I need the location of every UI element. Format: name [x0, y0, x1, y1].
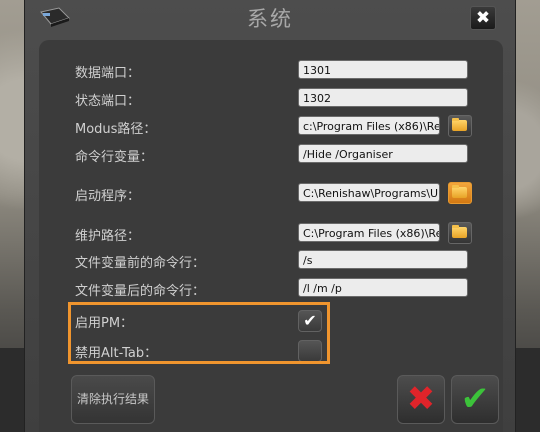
clear-results-button[interactable]: 清除执行结果 — [71, 375, 155, 424]
pre-file-command-label: 文件变量前的命令行： — [75, 256, 206, 271]
close-button[interactable]: ✖ — [470, 6, 496, 30]
post-file-command-field[interactable]: /l /m /p — [298, 278, 468, 297]
startup-program-field[interactable]: C:\Renishaw\Programs\UK — [298, 183, 440, 202]
maintenance-path-browse-button[interactable] — [448, 222, 472, 244]
cancel-button[interactable]: ✖ — [397, 375, 445, 424]
modus-path-field[interactable]: c:\Program Files (x86)\Ren — [298, 116, 440, 135]
status-port-label: 状态端口： — [75, 94, 141, 109]
post-file-command-label: 文件变量后的命令行： — [75, 284, 206, 299]
startup-program-browse-button[interactable] — [448, 182, 472, 204]
dialog-title: 系统 — [247, 7, 293, 31]
highlight-box — [68, 302, 330, 364]
title-bar: 系统 ✖ — [25, 0, 515, 36]
command-args-label: 命令行变量： — [75, 150, 154, 165]
folder-icon — [452, 118, 467, 131]
maintenance-path-field[interactable]: C:\Program Files (x86)\Ren — [298, 223, 440, 242]
pre-file-command-field[interactable]: /s — [298, 250, 468, 269]
folder-icon — [452, 185, 467, 198]
maintenance-path-label: 维护路径： — [75, 229, 141, 244]
system-dialog: 系统 ✖ 数据端口： 1301 状态端口： 1302 Modus路径： c:\P… — [24, 0, 516, 432]
settings-panel: 数据端口： 1301 状态端口： 1302 Modus路径： c:\Progra… — [39, 40, 503, 432]
folder-icon — [452, 225, 467, 238]
modus-path-label: Modus路径： — [75, 122, 157, 137]
modus-path-browse-button[interactable] — [448, 115, 472, 137]
command-args-field[interactable]: /Hide /Organiser — [298, 144, 468, 163]
data-port-field[interactable]: 1301 — [298, 60, 468, 79]
data-port-label: 数据端口： — [75, 66, 141, 81]
ok-button[interactable]: ✔ — [451, 375, 499, 424]
startup-program-label: 启动程序： — [75, 189, 141, 204]
status-port-field[interactable]: 1302 — [298, 88, 468, 107]
